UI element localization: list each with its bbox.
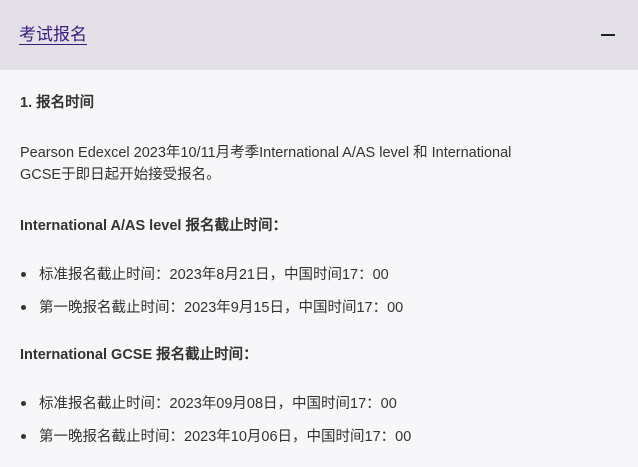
minus-icon bbox=[601, 34, 615, 36]
bullet-icon bbox=[21, 272, 26, 277]
deadline-text: 第一晚报名截止时间：2023年9月15日，中国时间17：00 bbox=[39, 300, 404, 316]
deadline-text: 标准报名截止时间：2023年8月21日，中国时间17：00 bbox=[39, 267, 389, 283]
list-item: 标准报名截止时间：2023年09月08日，中国时间17：00 bbox=[20, 394, 411, 427]
intro-paragraph: Pearson Edexcel 2023年10/11月考季Internation… bbox=[20, 142, 620, 186]
list-item: 第一晚报名截止时间：2023年10月06日，中国时间17：00 bbox=[20, 427, 411, 460]
bullet-icon bbox=[21, 401, 26, 406]
list-item: 第一晚报名截止时间：2023年9月15日，中国时间17：00 bbox=[20, 298, 403, 331]
accordion-header[interactable]: 考试报名 bbox=[0, 0, 638, 70]
collapse-toggle-button[interactable] bbox=[596, 21, 620, 49]
intro-line: GCSE于即日起开始接受报名。 bbox=[20, 167, 221, 183]
accordion-title-link[interactable]: 考试报名 bbox=[19, 24, 87, 46]
intro-line: Pearson Edexcel 2023年10/11月考季Internation… bbox=[20, 145, 512, 161]
bullet-icon bbox=[21, 305, 26, 310]
list-item: 标准报名截止时间：2023年8月21日，中国时间17：00 bbox=[20, 265, 403, 298]
deadline-text: 标准报名截止时间：2023年09月08日，中国时间17：00 bbox=[39, 396, 397, 412]
igcse-deadline-list: 标准报名截止时间：2023年09月08日，中国时间17：00 第一晚报名截止时间… bbox=[20, 394, 411, 460]
deadline-text: 第一晚报名截止时间：2023年10月06日，中国时间17：00 bbox=[39, 429, 412, 445]
exam-registration-accordion: 考试报名 1. 报名时间 Pearson Edexcel 2023年10/11月… bbox=[0, 0, 638, 467]
alevel-deadline-heading: International A/AS level 报名截止时间： bbox=[20, 218, 287, 234]
igcse-deadline-heading: International GCSE 报名截止时间： bbox=[20, 347, 258, 363]
alevel-deadline-list: 标准报名截止时间：2023年8月21日，中国时间17：00 第一晚报名截止时间：… bbox=[20, 265, 403, 331]
bullet-icon bbox=[21, 434, 26, 439]
section-heading: 1. 报名时间 bbox=[20, 95, 95, 111]
